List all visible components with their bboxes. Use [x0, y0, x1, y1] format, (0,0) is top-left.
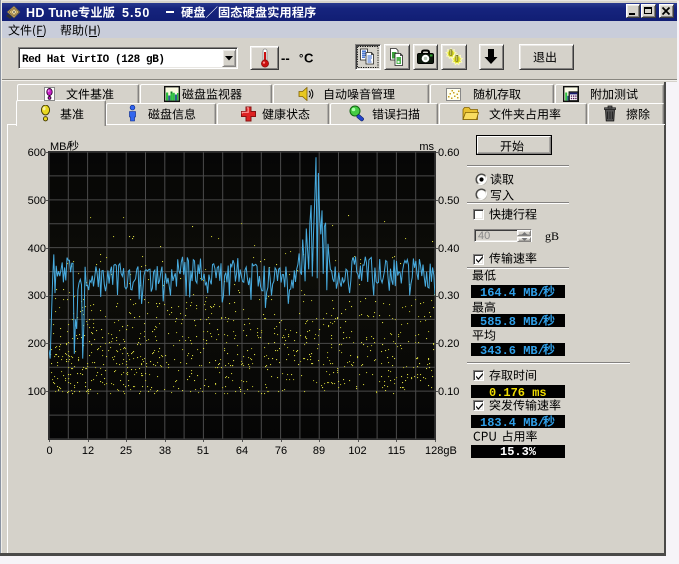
svg-text:64: 64	[236, 445, 248, 457]
svg-text:500: 500	[28, 195, 46, 207]
svg-text:C: C	[304, 50, 314, 65]
svg-text:38: 38	[159, 445, 171, 457]
svg-text:15.3%: 15.3%	[500, 445, 537, 458]
svg-text:164.4 MB/: 164.4 MB/	[480, 286, 545, 299]
svg-text:76: 76	[274, 445, 286, 457]
svg-text:585.8 MB/: 585.8 MB/	[480, 315, 545, 328]
svg-text:HD Tune: HD Tune	[26, 5, 79, 19]
svg-text:300: 300	[28, 290, 46, 302]
svg-text:0.20: 0.20	[438, 338, 459, 350]
svg-text:89: 89	[313, 445, 325, 457]
svg-text:12: 12	[81, 445, 93, 457]
svg-text:400: 400	[28, 243, 46, 255]
svg-text:Red Hat VirtIO (128 gB): Red Hat VirtIO (128 gB)	[22, 54, 165, 66]
svg-text:343.6 MB/: 343.6 MB/	[480, 344, 545, 357]
svg-text:5.50: 5.50	[122, 5, 150, 19]
svg-text:25: 25	[120, 445, 132, 457]
svg-text:0.30: 0.30	[438, 290, 459, 302]
svg-text:0.10: 0.10	[438, 386, 459, 398]
svg-text:40: 40	[478, 230, 490, 242]
svg-text:gB: gB	[545, 229, 559, 243]
svg-text:600: 600	[28, 147, 46, 159]
svg-text:0: 0	[46, 445, 52, 457]
svg-text:200: 200	[28, 338, 46, 350]
svg-text:0.60: 0.60	[438, 147, 459, 159]
svg-text:183.4 MB/: 183.4 MB/	[480, 416, 545, 429]
svg-text:0.50: 0.50	[438, 195, 459, 207]
svg-text:0.40: 0.40	[438, 243, 459, 255]
svg-text:51: 51	[197, 445, 209, 457]
svg-text:102: 102	[349, 445, 367, 457]
svg-text:0.176 ms: 0.176 ms	[489, 386, 547, 399]
svg-text:°: °	[299, 53, 303, 65]
svg-text:100: 100	[28, 386, 46, 398]
svg-text:--: --	[281, 50, 290, 65]
svg-text:115: 115	[388, 445, 406, 457]
svg-text:128gB: 128gB	[425, 445, 457, 457]
